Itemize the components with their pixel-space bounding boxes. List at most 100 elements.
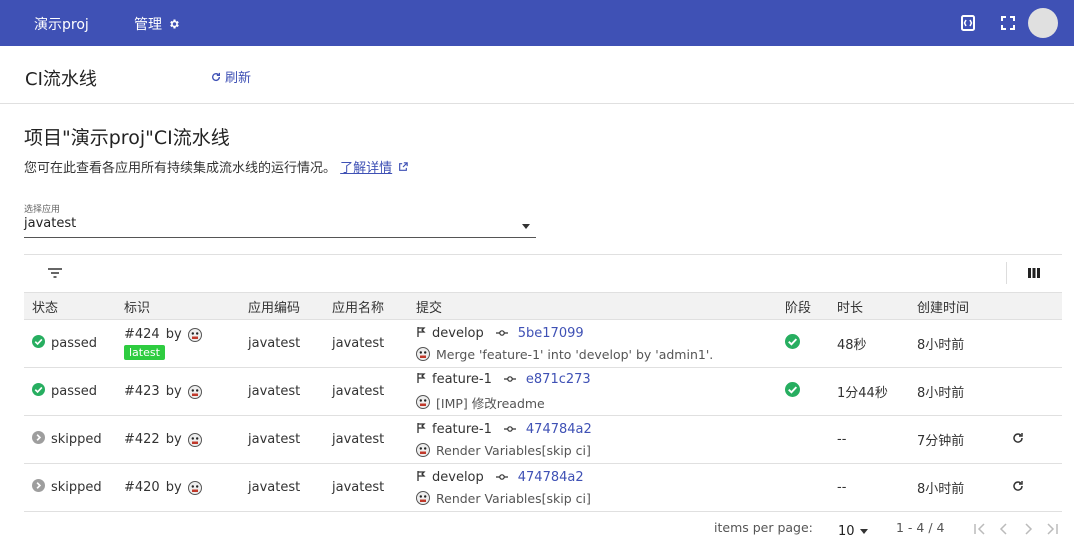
- table-row: skipped #420 by javatest javatest develop 4747…: [24, 463, 1062, 512]
- pipeline-id[interactable]: #420: [124, 480, 160, 495]
- table-row: skipped #422 by javatest javatest feature-1 47…: [24, 415, 1062, 464]
- table-header-row: 状态 标识 应用编码 应用名称 提交 阶段 时长 创建时间: [24, 292, 1062, 320]
- duration: 1分44秒: [837, 367, 917, 416]
- last-page-icon[interactable]: [1044, 521, 1060, 537]
- branch-name: feature-1: [432, 372, 492, 387]
- app-code: javatest: [248, 415, 332, 464]
- created-time: 8小时前: [917, 463, 1012, 512]
- app-code: javatest: [248, 367, 332, 416]
- created-time: 8小时前: [917, 319, 1012, 368]
- status-text: passed: [51, 384, 98, 399]
- page-size-select[interactable]: 10: [838, 524, 855, 539]
- columns-icon[interactable]: [1028, 267, 1040, 282]
- page-title: 项目"演示proj"CI流水线: [24, 127, 230, 149]
- status-text: skipped: [51, 480, 102, 495]
- page-header-title: CI流水线: [25, 69, 97, 90]
- check-circle-icon: [32, 335, 45, 352]
- next-page-icon[interactable]: [1020, 521, 1036, 537]
- committer-avatar-icon: [416, 491, 430, 505]
- page-range: 1 - 4 / 4: [896, 520, 945, 535]
- description-text: 您可在此查看各应用所有持续集成流水线的运行情况。: [24, 161, 337, 176]
- commit-sha-link[interactable]: e871c273: [526, 372, 591, 387]
- app-name: javatest: [332, 415, 416, 464]
- skip-circle-icon: [32, 479, 45, 496]
- pipeline-id[interactable]: #422: [124, 432, 160, 447]
- app-select-label: 选择应用: [24, 205, 61, 215]
- pipeline-id[interactable]: #424: [124, 327, 160, 342]
- api-doc-icon[interactable]: [958, 13, 978, 33]
- header-status[interactable]: 状态: [24, 292, 124, 320]
- pipeline-id[interactable]: #423: [124, 384, 160, 399]
- fullscreen-icon[interactable]: [998, 13, 1018, 33]
- header-commit[interactable]: 提交: [416, 292, 785, 320]
- table-toolbar: [24, 254, 1062, 292]
- header-app-name[interactable]: 应用名称: [332, 292, 416, 320]
- filter-icon[interactable]: [48, 267, 62, 283]
- gear-icon: [170, 19, 179, 29]
- header-id[interactable]: 标识: [124, 292, 248, 320]
- refresh-button[interactable]: 刷新: [211, 67, 251, 86]
- refresh-icon: [212, 72, 221, 81]
- app-name: javatest: [332, 367, 416, 416]
- latest-badge: latest: [124, 345, 165, 360]
- status-text: skipped: [51, 432, 102, 447]
- header-stage[interactable]: 阶段: [785, 292, 837, 320]
- table-row: passed #424 by latest javatest javatest develo…: [24, 319, 1062, 368]
- committer-avatar-icon: [416, 347, 430, 361]
- app-code: javatest: [248, 319, 332, 368]
- branch-name: develop: [432, 326, 484, 341]
- by-text: by: [165, 327, 182, 342]
- app-select-value: javatest: [24, 216, 77, 231]
- duration: --: [837, 463, 917, 512]
- user-avatar-icon: [187, 480, 202, 495]
- check-circle-icon: [32, 383, 45, 400]
- by-text: by: [165, 432, 182, 447]
- app-name: javatest: [332, 463, 416, 512]
- stage-passed-icon[interactable]: [785, 382, 800, 401]
- by-text: by: [165, 384, 182, 399]
- header-created[interactable]: 创建时间: [917, 292, 1012, 320]
- commit-sha-link[interactable]: 474784a2: [518, 470, 584, 485]
- prev-page-icon[interactable]: [996, 521, 1012, 537]
- learn-more-link[interactable]: 了解详情: [340, 161, 392, 176]
- duration: 48秒: [837, 319, 917, 368]
- commit-icon: [503, 422, 516, 437]
- committer-avatar-icon: [416, 443, 430, 457]
- top-app-bar: 演示proj 管理: [0, 0, 1074, 46]
- page-description: 您可在此查看各应用所有持续集成流水线的运行情况。 了解详情: [24, 157, 409, 176]
- user-avatar[interactable]: [1028, 8, 1058, 38]
- refresh-label: 刷新: [225, 71, 252, 86]
- external-link-icon: [399, 162, 409, 171]
- manage-menu[interactable]: 管理: [134, 14, 180, 34]
- page-header: CI流水线 刷新: [0, 46, 1074, 104]
- created-time: 8小时前: [917, 367, 1012, 416]
- by-text: by: [165, 480, 182, 495]
- retry-icon[interactable]: [1012, 432, 1024, 448]
- chevron-down-icon: [522, 224, 530, 229]
- commit-sha-link[interactable]: 5be17099: [518, 326, 584, 341]
- commit-icon: [495, 470, 508, 485]
- commit-icon: [503, 372, 516, 387]
- commit-icon: [495, 326, 508, 341]
- commit-message: [IMP] 修改readme: [436, 395, 545, 411]
- app-select[interactable]: javatest: [24, 216, 536, 238]
- table-row: passed #423 by javatest javatest feature-1 e87…: [24, 367, 1062, 416]
- retry-icon[interactable]: [1012, 480, 1024, 496]
- committer-avatar-icon: [416, 395, 430, 409]
- header-actions: [1012, 292, 1062, 320]
- items-per-page-label: items per page:: [714, 520, 813, 535]
- header-app-code[interactable]: 应用编码: [248, 292, 332, 320]
- chevron-down-icon: [860, 529, 868, 534]
- manage-label: 管理: [134, 17, 162, 33]
- user-avatar-icon: [187, 327, 202, 342]
- project-switcher[interactable]: 演示proj: [34, 14, 89, 34]
- branch-name: feature-1: [432, 422, 492, 437]
- user-avatar-icon: [187, 384, 202, 399]
- header-duration[interactable]: 时长: [837, 292, 917, 320]
- first-page-icon[interactable]: [972, 521, 988, 537]
- branch-icon: [416, 372, 426, 388]
- created-time: 7分钟前: [917, 415, 1012, 464]
- app-code: javatest: [248, 463, 332, 512]
- commit-sha-link[interactable]: 474784a2: [526, 422, 592, 437]
- stage-passed-icon[interactable]: [785, 334, 800, 353]
